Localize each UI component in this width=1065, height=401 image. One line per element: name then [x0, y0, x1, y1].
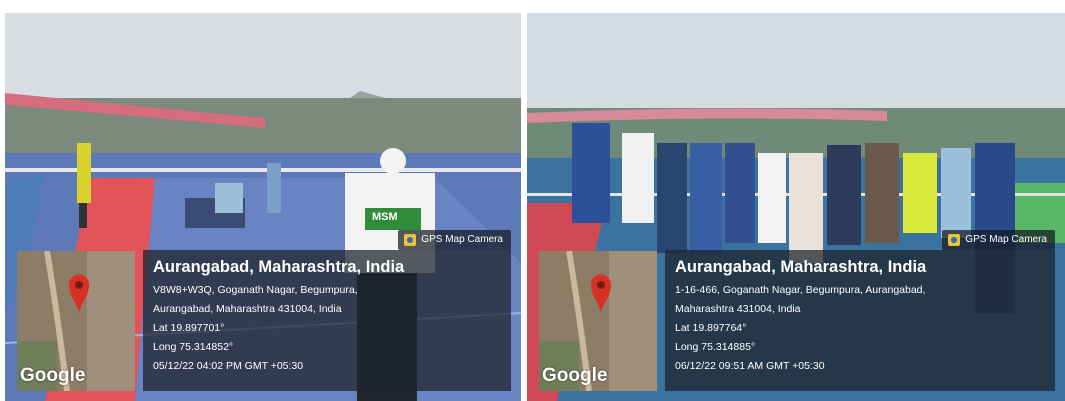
geotagged-photo-group: GPS Map Camera Google Aurangabad, Mahara…: [527, 13, 1065, 401]
address-line-1: V8W8+W3Q, Goganath Nagar, Begumpura,: [153, 284, 358, 296]
map-thumbnail: Google: [539, 251, 657, 391]
timestamp: 05/12/22 04:02 PM GMT +05:30: [153, 360, 304, 372]
timestamp: 06/12/22 09:51 AM GMT +05:30: [675, 360, 825, 372]
google-logo: Google: [20, 365, 86, 386]
location-info-panel: Aurangabad, Maharashtra, India 1-16-466,…: [665, 250, 1055, 391]
gps-map-camera-badge: GPS Map Camera: [942, 230, 1055, 250]
address-line-2: Aurangabad, Maharashtra 431004, India: [153, 303, 342, 315]
address-line-2: Maharashtra 431004, India: [675, 303, 801, 315]
gps-camera-icon: [948, 234, 961, 246]
map-thumbnail: Google: [17, 251, 135, 391]
geotagged-photo-kabaddi-match: GPS Map Camera Google Aurangabad, Mahara…: [5, 13, 521, 401]
gps-map-camera-badge: GPS Map Camera: [398, 230, 511, 250]
latitude: Lat 19.897701°: [153, 322, 225, 334]
location-title: Aurangabad, Maharashtra, India: [675, 258, 927, 276]
gps-camera-icon: [404, 234, 417, 246]
badge-label: GPS Map Camera: [965, 234, 1047, 245]
shirt-text: MSM: [372, 211, 398, 223]
location-info-panel: Aurangabad, Maharashtra, India V8W8+W3Q,…: [143, 250, 511, 391]
google-logo: Google: [542, 365, 608, 386]
badge-label: GPS Map Camera: [421, 234, 503, 245]
longitude: Long 75.314885°: [675, 341, 756, 353]
longitude: Long 75.314852°: [153, 341, 234, 353]
location-title: Aurangabad, Maharashtra, India: [153, 258, 405, 276]
latitude: Lat 19.897764°: [675, 322, 747, 334]
address-line-1: 1-16-466, Goganath Nagar, Begumpura, Aur…: [675, 284, 926, 296]
